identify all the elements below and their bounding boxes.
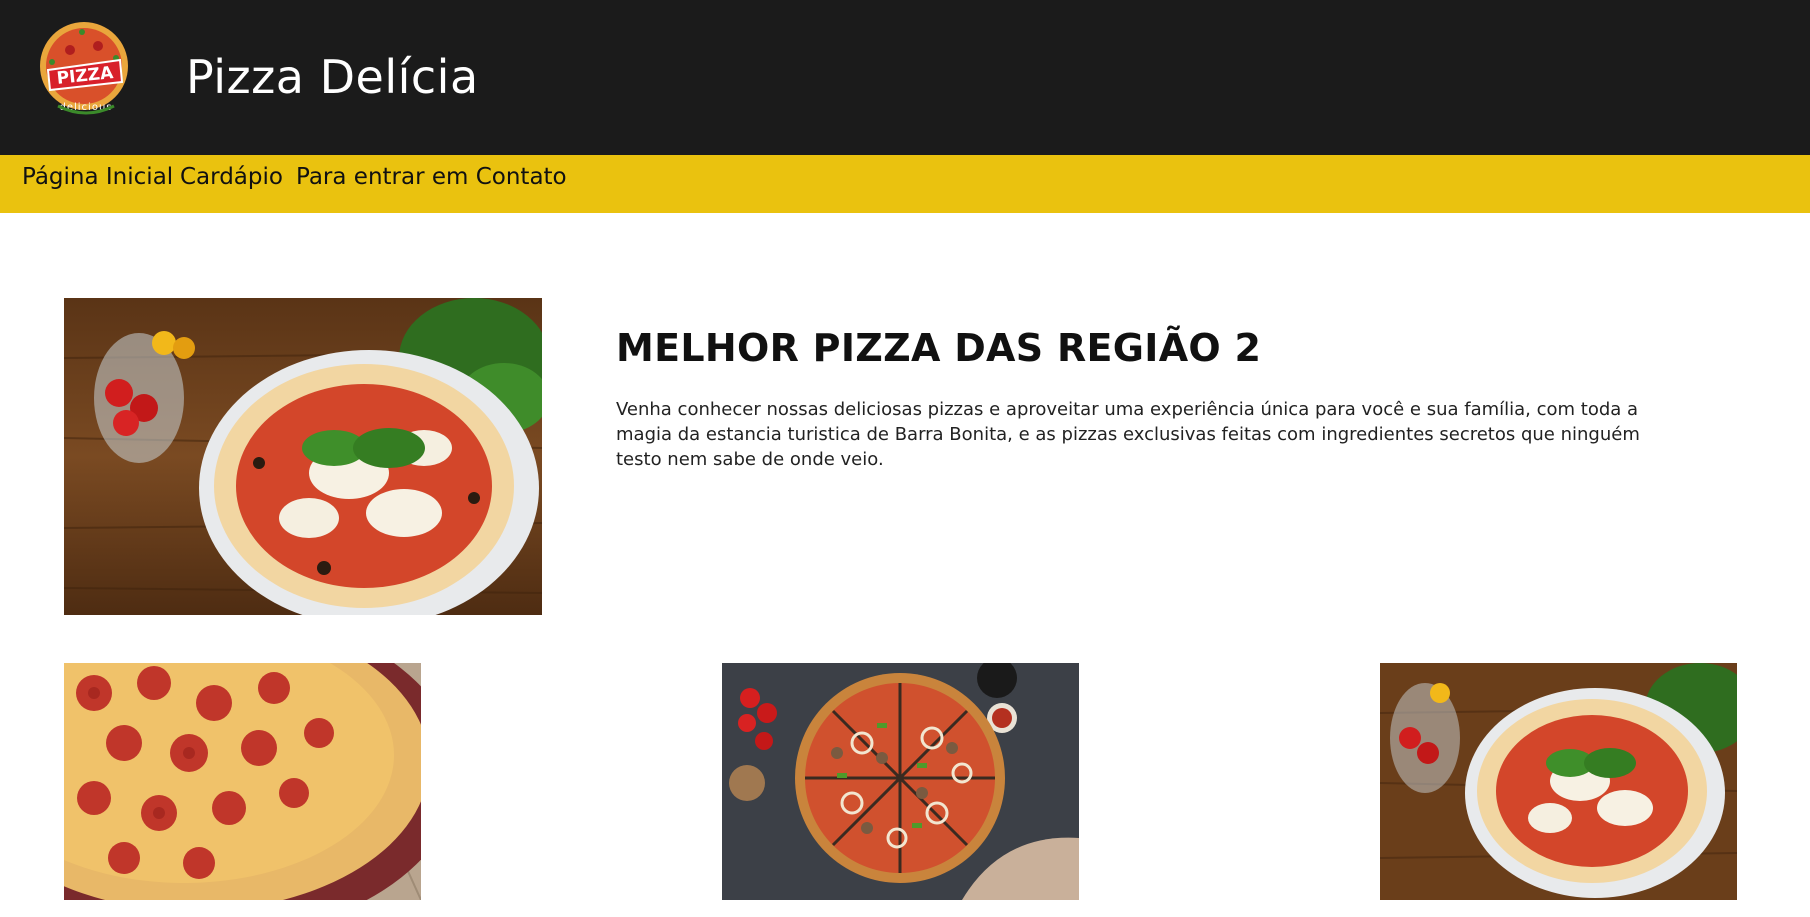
hero-title: MELHOR PIZZA DAS REGIÃO 2 bbox=[616, 326, 1262, 370]
main-nav: Página Inicial Cardápio Para entrar em C… bbox=[0, 155, 1810, 213]
gallery-image-pepperoni bbox=[64, 663, 421, 900]
nav-link-contact[interactable]: Para entrar em Contato bbox=[296, 164, 567, 190]
gallery-image-vegetable-pizza bbox=[722, 663, 1079, 900]
nav-link-home[interactable]: Página Inicial bbox=[22, 164, 173, 190]
site-title: Pizza Delícia bbox=[186, 50, 479, 104]
site-header: PIZZA delicious Pizza Delícia bbox=[0, 0, 1810, 155]
hero-pizza-image bbox=[64, 298, 542, 615]
nav-link-menu[interactable]: Cardápio bbox=[180, 164, 283, 190]
pizza-logo[interactable]: PIZZA delicious bbox=[22, 10, 152, 130]
gallery-image-margherita bbox=[1380, 663, 1737, 900]
hero-description: Venha conhecer nossas deliciosas pizzas … bbox=[616, 399, 1640, 470]
